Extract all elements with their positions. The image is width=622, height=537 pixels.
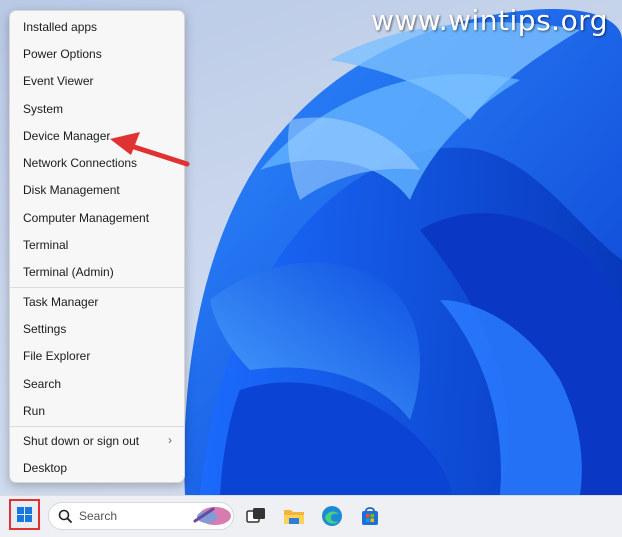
menu-item-network-connections[interactable]: Network Connections xyxy=(23,156,137,170)
menu-item-settings[interactable]: Settings xyxy=(23,322,66,336)
menu-item-shut-down-or-sign-out[interactable]: Shut down or sign out xyxy=(23,434,139,448)
menu-item-task-manager[interactable]: Task Manager xyxy=(23,295,98,309)
menu-item-event-viewer[interactable]: Event Viewer xyxy=(23,74,93,88)
menu-item-power-options[interactable]: Power Options xyxy=(23,47,102,61)
microsoft-store-icon[interactable] xyxy=(358,504,382,528)
menu-item-system[interactable]: System xyxy=(23,102,63,116)
search-highlight-icon xyxy=(193,507,231,525)
menu-item-computer-management[interactable]: Computer Management xyxy=(23,211,149,225)
search-icon xyxy=(58,509,72,523)
taskbar: Search xyxy=(0,495,622,537)
taskbar-search-box[interactable]: Search xyxy=(48,502,234,530)
winx-context-menu: Installed apps Power Options Event Viewe… xyxy=(9,10,185,483)
watermark-text: www.wintips.org xyxy=(371,4,608,37)
menu-item-device-manager[interactable]: Device Manager xyxy=(23,129,110,143)
menu-item-terminal-admin[interactable]: Terminal (Admin) xyxy=(23,265,114,279)
menu-item-file-explorer[interactable]: File Explorer xyxy=(23,349,90,363)
file-explorer-icon[interactable] xyxy=(282,504,306,528)
menu-divider xyxy=(10,426,184,427)
windows-start-icon xyxy=(17,507,32,522)
task-view-icon[interactable] xyxy=(244,504,268,528)
menu-item-installed-apps[interactable]: Installed apps xyxy=(23,20,97,34)
menu-item-disk-management[interactable]: Disk Management xyxy=(23,183,120,197)
start-button[interactable] xyxy=(9,499,40,530)
menu-divider xyxy=(10,287,184,288)
menu-item-desktop[interactable]: Desktop xyxy=(23,461,67,475)
edge-browser-icon[interactable] xyxy=(320,504,344,528)
menu-item-terminal[interactable]: Terminal xyxy=(23,238,68,252)
search-label: Search xyxy=(79,509,118,523)
chevron-right-icon: › xyxy=(168,433,172,447)
menu-item-run[interactable]: Run xyxy=(23,404,45,418)
menu-item-search[interactable]: Search xyxy=(23,377,61,391)
